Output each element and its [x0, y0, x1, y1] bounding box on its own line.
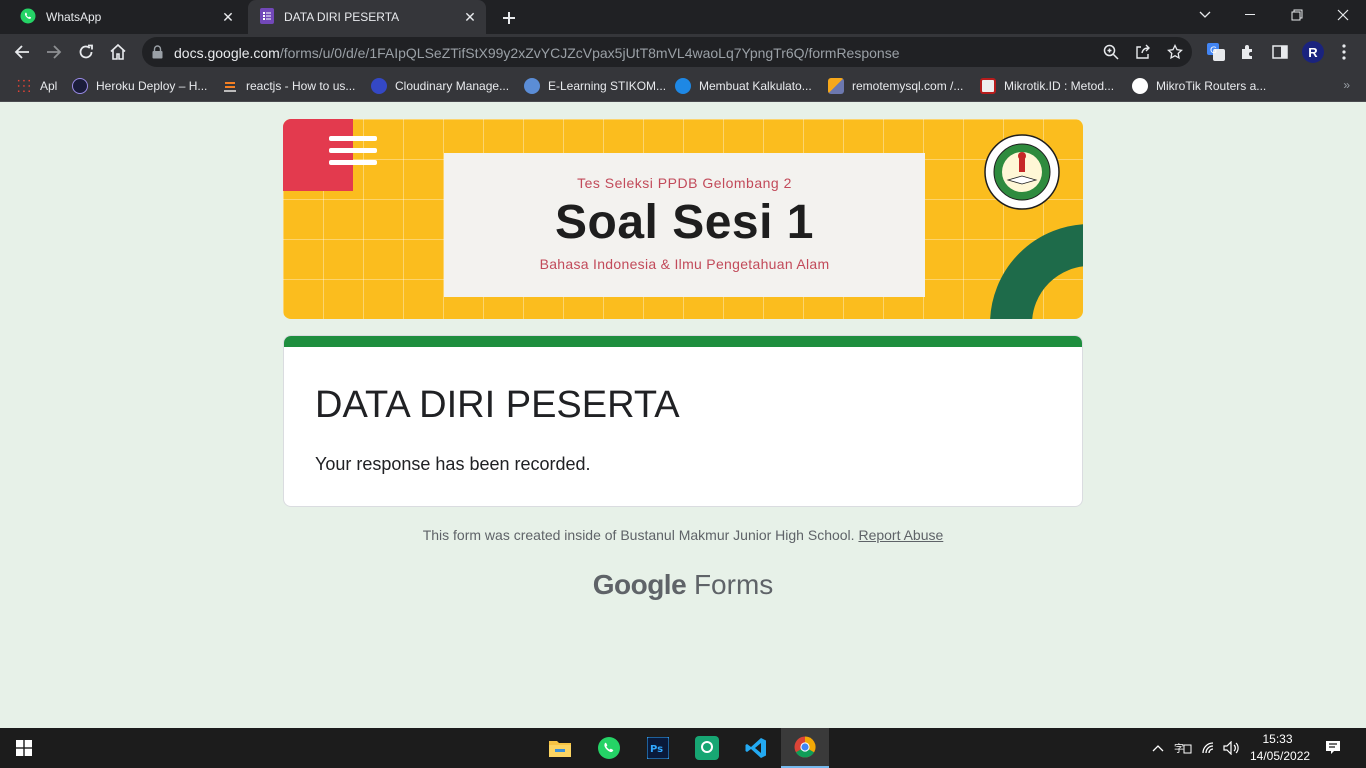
- gitkraken-icon[interactable]: [683, 728, 731, 768]
- tab-title: WhatsApp: [46, 10, 102, 24]
- more-menu-icon[interactable]: [1334, 42, 1354, 62]
- browser-toolbar: docs.google.com/forms/u/0/d/e/1FAIpQLSeZ…: [0, 34, 1366, 70]
- apps-grid-icon: [16, 78, 32, 94]
- blog-icon: [675, 78, 691, 94]
- form-page: Tes Seleksi PPDB Gelombang 2 Soal Sesi 1…: [0, 103, 1366, 728]
- tab-whatsapp[interactable]: WhatsApp ✕: [8, 0, 244, 34]
- mikrotik-id-icon: [980, 78, 996, 94]
- bookmark-kalkulator[interactable]: Membuat Kalkulato...: [675, 76, 812, 96]
- tray-overflow-chevron-icon[interactable]: [1148, 728, 1168, 768]
- google-wordmark: Google: [592, 569, 687, 600]
- bookmark-mikrotik-id[interactable]: Mikrotik.ID : Metod...: [980, 76, 1114, 96]
- bookmark-star-icon[interactable]: [1166, 43, 1184, 61]
- profile-avatar[interactable]: R: [1302, 41, 1324, 63]
- google-forms-logo[interactable]: Google Forms: [0, 569, 1366, 601]
- reload-icon[interactable]: [74, 40, 98, 64]
- elearning-icon: [524, 78, 540, 94]
- bookmarks-overflow-chevron-icon[interactable]: »: [1343, 78, 1350, 92]
- url-text: docs.google.com/forms/u/0/d/e/1FAIpQLSeZ…: [174, 45, 900, 61]
- minimize-icon[interactable]: [1228, 0, 1274, 30]
- banner-title-card: Tes Seleksi PPDB Gelombang 2 Soal Sesi 1…: [444, 153, 925, 297]
- school-logo-icon: [984, 134, 1060, 210]
- banner-subjects: Bahasa Indonesia & Ilmu Pengetahuan Alam: [539, 256, 830, 272]
- bookmark-elearning[interactable]: E-Learning STIKOM...: [524, 76, 666, 96]
- card-accent-bar: [284, 336, 1082, 347]
- address-bar[interactable]: docs.google.com/forms/u/0/d/e/1FAIpQLSeZ…: [142, 37, 1192, 67]
- bookmark-mikrotik-routers[interactable]: MikroTik Routers a...: [1132, 76, 1266, 96]
- tab-form-active[interactable]: DATA DIRI PESERTA ✕: [248, 0, 486, 34]
- svg-text:Ps: Ps: [650, 744, 663, 755]
- form-title: DATA DIRI PESERTA: [315, 384, 680, 426]
- vscode-icon[interactable]: [732, 728, 780, 768]
- svg-text:G: G: [1210, 46, 1217, 56]
- lock-icon[interactable]: [152, 45, 163, 64]
- new-tab-button[interactable]: [498, 7, 520, 29]
- report-abuse-link[interactable]: Report Abuse: [858, 527, 943, 543]
- photoshop-icon[interactable]: Ps: [634, 728, 682, 768]
- mikrotik-icon: [1132, 78, 1148, 94]
- extensions-puzzle-icon[interactable]: [1238, 42, 1258, 62]
- svg-text:字: 字: [1174, 742, 1184, 755]
- bookmark-remotemysql[interactable]: remotemysql.com /...: [828, 76, 963, 96]
- bookmarks-bar: Apl Heroku Deploy – H... reactjs - How t…: [0, 70, 1366, 102]
- network-icon[interactable]: [1198, 728, 1220, 768]
- restore-icon[interactable]: [1274, 0, 1320, 30]
- home-icon[interactable]: [106, 40, 130, 64]
- whatsapp-icon[interactable]: [585, 728, 633, 768]
- footer-note: This form was created inside of Bustanul…: [0, 527, 1366, 543]
- clock-date: 14/05/2022: [1250, 749, 1311, 763]
- bookmark-apps[interactable]: Apl: [16, 76, 57, 96]
- phpmyadmin-icon: [828, 78, 844, 94]
- hamburger-menu-icon: [329, 136, 377, 172]
- back-icon[interactable]: [10, 40, 34, 64]
- bookmark-heroku[interactable]: Heroku Deploy – H...: [72, 76, 207, 96]
- banner-subtitle: Tes Seleksi PPDB Gelombang 2: [577, 175, 792, 191]
- clock-time: 15:33: [1262, 732, 1293, 746]
- footer-note-text: This form was created inside of Bustanul…: [422, 527, 855, 543]
- close-icon[interactable]: ✕: [220, 9, 236, 25]
- tab-search-icon[interactable]: [1182, 0, 1228, 30]
- confirmation-message: Your response has been recorded.: [315, 454, 591, 474]
- stackoverflow-icon: [222, 78, 238, 94]
- google-translate-icon[interactable]: G: [1206, 42, 1226, 62]
- bookmark-reactjs[interactable]: reactjs - How to us...: [222, 76, 355, 96]
- response-card: DATA DIRI PESERTA Your response has been…: [283, 335, 1083, 507]
- bookmark-cloudinary[interactable]: Cloudinary Manage...: [371, 76, 509, 96]
- chrome-icon[interactable]: [781, 728, 829, 768]
- close-icon[interactable]: ✕: [462, 9, 478, 25]
- notifications-icon[interactable]: [1318, 728, 1348, 768]
- volume-icon[interactable]: [1221, 728, 1243, 768]
- cloudinary-icon: [371, 78, 387, 94]
- form-header-banner: Tes Seleksi PPDB Gelombang 2 Soal Sesi 1…: [283, 119, 1083, 319]
- windows-start-icon[interactable]: [0, 728, 48, 768]
- keyboard-ime-icon[interactable]: 字: [1172, 728, 1194, 768]
- zoom-icon[interactable]: [1102, 43, 1120, 61]
- tab-strip: WhatsApp ✕ DATA DIRI PESERTA ✕: [0, 0, 1366, 34]
- share-icon[interactable]: [1134, 43, 1152, 61]
- whatsapp-favicon-icon: [20, 8, 36, 27]
- file-explorer-icon[interactable]: [536, 728, 584, 768]
- google-forms-favicon-icon: [260, 7, 274, 27]
- system-clock[interactable]: 15:33 14/05/2022: [1250, 731, 1311, 765]
- tab-title: DATA DIRI PESERTA: [284, 10, 400, 24]
- forms-wordmark: Forms: [693, 569, 774, 600]
- side-panel-icon[interactable]: [1270, 42, 1290, 62]
- heroku-icon: [72, 78, 88, 94]
- windows-taskbar: Ps 字 15:33 14/05/2022: [0, 728, 1366, 768]
- banner-title: Soal Sesi 1: [555, 196, 814, 249]
- forward-icon[interactable]: [42, 40, 66, 64]
- close-window-icon[interactable]: [1320, 0, 1366, 30]
